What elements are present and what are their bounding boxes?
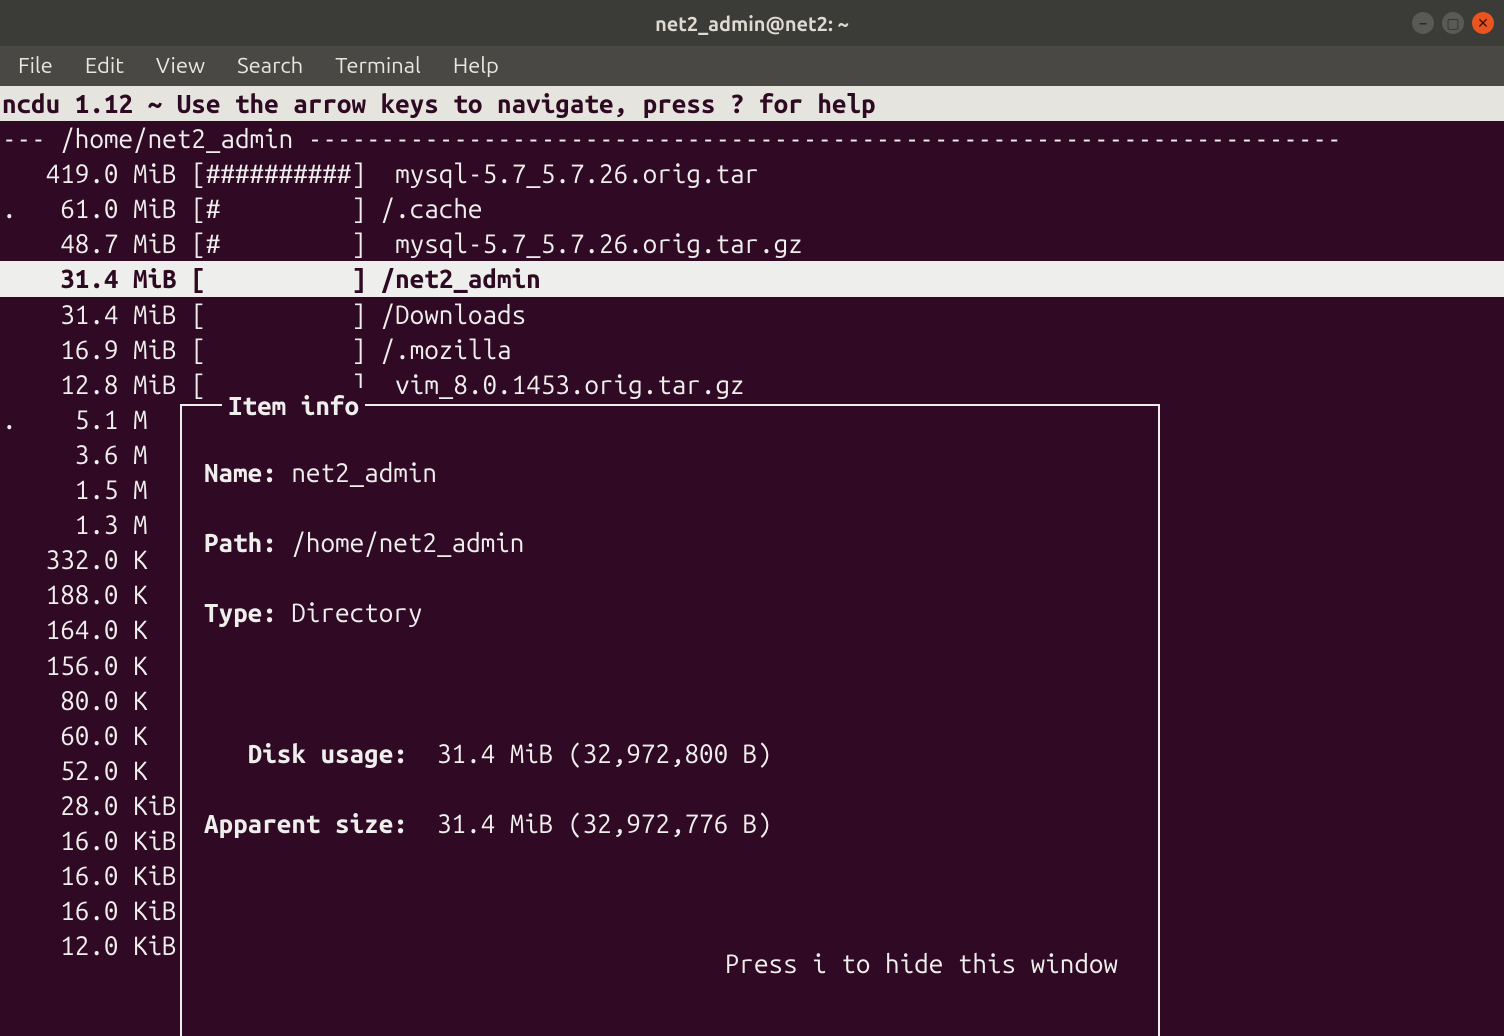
window-title: net2_admin@net2: ~ [0, 10, 1504, 37]
info-path-value: /home/net2_admin [291, 528, 524, 557]
ncdu-path: --- /home/net2_admin -------------------… [0, 121, 1504, 156]
list-item[interactable]: 31.4 MiB [ ] /Downloads [0, 297, 1504, 332]
info-type-label: Type: [204, 598, 277, 627]
info-disk-value: 31.4 MiB (32,972,800 B) [422, 739, 771, 768]
terminal[interactable]: ncdu 1.12 ~ Use the arrow keys to naviga… [0, 86, 1504, 963]
info-apparent-value: 31.4 MiB (32,972,776 B) [422, 809, 771, 838]
menu-file[interactable]: File [8, 47, 63, 85]
menu-terminal[interactable]: Terminal [325, 47, 431, 85]
info-name-value: net2_admin [291, 458, 437, 487]
item-info-title: Item info [222, 388, 365, 423]
info-path-label: Path: [204, 528, 277, 557]
menu-view[interactable]: View [146, 47, 215, 85]
info-disk-label: Disk usage: [204, 739, 408, 768]
menu-edit[interactable]: Edit [75, 47, 134, 85]
item-info-popup: Item info Name: net2_admin Path: /home/n… [180, 404, 1160, 1036]
close-icon[interactable]: ✕ [1472, 12, 1494, 34]
info-type-value: Directory [291, 598, 422, 627]
window-titlebar: net2_admin@net2: ~ – ▢ ✕ [0, 0, 1504, 46]
ncdu-header: ncdu 1.12 ~ Use the arrow keys to naviga… [0, 86, 1504, 121]
menubar: File Edit View Search Terminal Help [0, 46, 1504, 86]
window-controls: – ▢ ✕ [1412, 12, 1494, 34]
menu-help[interactable]: Help [443, 47, 509, 85]
list-item[interactable]: 48.7 MiB [# ] mysql-5.7_5.7.26.orig.tar.… [0, 226, 1504, 261]
info-hint: Press i to hide this window [204, 946, 1136, 981]
minimize-icon[interactable]: – [1412, 12, 1434, 34]
list-item[interactable]: 16.9 MiB [ ] /.mozilla [0, 332, 1504, 367]
menu-search[interactable]: Search [227, 47, 313, 85]
info-name-label: Name: [204, 458, 277, 487]
list-item[interactable]: 419.0 MiB [##########] mysql-5.7_5.7.26.… [0, 156, 1504, 191]
list-item[interactable]: 31.4 MiB [ ] /net2_admin [0, 261, 1504, 296]
maximize-icon[interactable]: ▢ [1442, 12, 1464, 34]
list-item[interactable]: . 61.0 MiB [# ] /.cache [0, 191, 1504, 226]
info-apparent-label: Apparent size: [204, 809, 408, 838]
